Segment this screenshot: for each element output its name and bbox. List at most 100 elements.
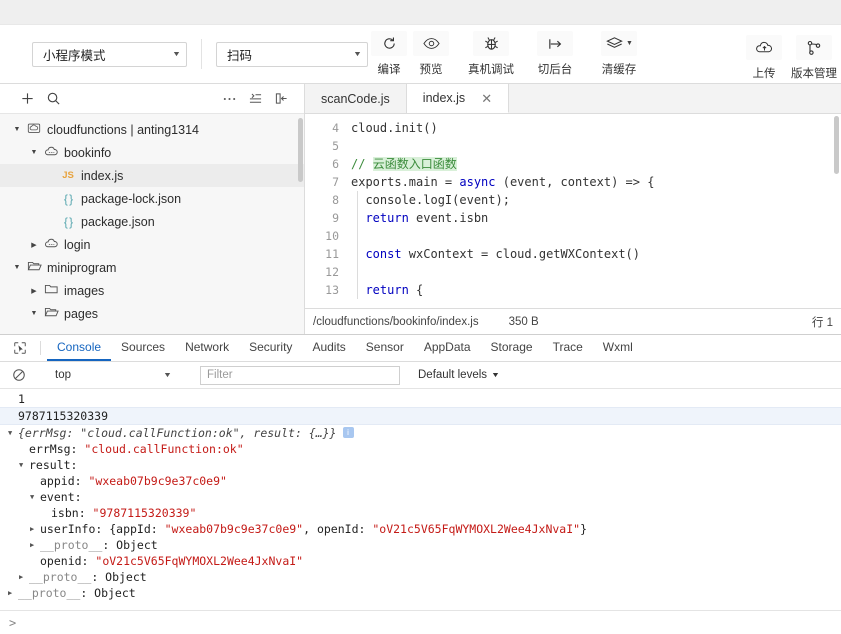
devtools-tab[interactable]: Security xyxy=(239,335,302,361)
chevron-right-icon[interactable]: ▶ xyxy=(30,537,40,553)
mode-select[interactable]: 小程序模式 ▼ xyxy=(32,41,187,67)
code-scrollbar[interactable] xyxy=(834,116,839,174)
devtools-tab[interactable]: Console xyxy=(47,335,112,361)
cloud-function-icon xyxy=(44,145,59,160)
panel-toggle-icon[interactable] xyxy=(268,87,294,111)
switch-background-button[interactable]: 切后台 xyxy=(530,31,580,77)
code-line: 7 exports.main = async (event, context) =… xyxy=(305,173,841,191)
line-number: 13 xyxy=(325,283,339,297)
file-tree-item[interactable]: { } package-lock.json xyxy=(0,187,304,210)
upload-button[interactable]: 上传 xyxy=(739,35,789,81)
chevron-right-icon[interactable]: ▶ xyxy=(8,585,18,601)
file-tree-item-label: cloudfunctions | anting1314 xyxy=(47,122,199,137)
chevron-down-icon[interactable]: ▼ xyxy=(10,126,24,133)
clear-console-icon[interactable] xyxy=(8,368,30,382)
chevron-right-icon[interactable]: ▶ xyxy=(30,521,40,537)
code-line: 5 xyxy=(305,137,841,155)
console-row[interactable]: ▶ userInfo: {appId: "wxeab07b9c9e37c0e9",… xyxy=(0,521,841,537)
bug-icon xyxy=(473,31,509,56)
file-explorer-header xyxy=(0,84,304,114)
file-tree-item[interactable]: { } package.json xyxy=(0,210,304,233)
console-row[interactable]: ▶ __proto__: Object xyxy=(0,569,841,585)
version-control-button[interactable]: 版本管理 xyxy=(789,35,839,81)
console-row[interactable]: openid: "oV21c5V65FqWYMOXL2Wee4JxNvaI" xyxy=(0,553,841,569)
chevron-down-icon[interactable]: ▼ xyxy=(27,310,41,317)
console-row[interactable]: ▼ {errMsg: "cloud.callFunction:ok", resul… xyxy=(0,425,841,441)
console-row[interactable]: 1 xyxy=(0,391,841,407)
close-icon[interactable]: ✕ xyxy=(481,92,492,105)
search-icon[interactable] xyxy=(40,87,66,111)
chevron-right-icon[interactable]: ▶ xyxy=(27,241,41,249)
devtools-tab[interactable]: Sensor xyxy=(356,335,414,361)
file-tree-item[interactable]: JS index.js xyxy=(0,164,304,187)
main-toolbar: 小程序模式 ▼ 扫码 ▼ 编译 预览 真机调试 切后台 ▼ 清缓存 上传 版本管… xyxy=(0,25,841,84)
editor-tab[interactable]: scanCode.js xyxy=(305,84,407,113)
devtools-tab[interactable]: Trace xyxy=(543,335,593,361)
code-view[interactable]: 4 cloud.init() 5 6 // 云函数入口函数 7 exports.main =… xyxy=(305,114,841,308)
console-row[interactable]: errMsg: "cloud.callFunction:ok" xyxy=(0,441,841,457)
file-tree-item[interactable]: ▼ cloudfunctions | anting1314 xyxy=(0,118,304,141)
console-row[interactable]: isbn: "9787115320339" xyxy=(0,505,841,521)
code-line-text: return { xyxy=(351,281,423,299)
file-tree-item[interactable]: ▼ miniprogram xyxy=(0,256,304,279)
file-tree-scrollbar[interactable] xyxy=(298,118,303,182)
chevron-down-icon[interactable]: ▼ xyxy=(10,264,24,271)
chevron-right-icon[interactable]: ▶ xyxy=(27,287,41,295)
file-tree-item[interactable]: ▼ pages xyxy=(0,302,304,325)
code-line: 8 console.logI(event); xyxy=(305,191,841,209)
line-number: 4 xyxy=(332,121,339,135)
real-device-debug-label: 真机调试 xyxy=(468,64,514,76)
more-icon[interactable] xyxy=(216,87,242,111)
devtools-tab[interactable]: Sources xyxy=(111,335,175,361)
branch-icon xyxy=(796,35,832,60)
editor-tab[interactable]: index.js ✕ xyxy=(406,84,510,113)
devtools-tab[interactable]: Network xyxy=(175,335,239,361)
editor-tab-bar: scanCode.js index.js ✕ xyxy=(305,84,841,114)
indent-guide xyxy=(357,245,358,263)
line-number: 7 xyxy=(332,175,339,189)
console-prompt[interactable]: > xyxy=(0,610,841,634)
compile-button[interactable]: 编译 xyxy=(368,31,410,77)
file-tree-item-label: miniprogram xyxy=(47,260,117,275)
file-tree-item[interactable]: ▼ bookinfo xyxy=(0,141,304,164)
toolbar-buttons: 编译 预览 真机调试 切后台 ▼ 清缓存 xyxy=(368,31,644,77)
cursor-position-label: 行 1 xyxy=(811,316,833,329)
cursor-inspect-icon[interactable] xyxy=(6,335,34,361)
console-context-select[interactable]: top ▼ xyxy=(49,366,175,385)
console-row[interactable]: ▼ event: xyxy=(0,489,841,505)
workspace: ▼ cloudfunctions | anting1314 ▼ bookinfo JS i… xyxy=(0,84,841,334)
info-badge-icon[interactable]: i xyxy=(342,427,354,438)
console-row[interactable]: ▶ __proto__: Object xyxy=(0,585,841,601)
console-row[interactable]: ▼ result: xyxy=(0,457,841,473)
cloud-root-icon xyxy=(27,122,41,137)
devtools-tab[interactable]: Storage xyxy=(481,335,543,361)
scan-select[interactable]: 扫码 ▼ xyxy=(216,41,368,67)
console-levels-select[interactable]: Default levels ▼ xyxy=(418,369,500,381)
console-row[interactable]: ▶ __proto__: Object xyxy=(0,537,841,553)
chevron-down-icon[interactable]: ▼ xyxy=(27,149,41,156)
preview-button[interactable]: 预览 xyxy=(410,31,452,77)
code-line: 11 const wxContext = cloud.getWXContext(… xyxy=(305,245,841,263)
console-row[interactable]: 9787115320339 xyxy=(0,407,841,425)
chevron-right-icon[interactable]: ▶ xyxy=(19,569,29,585)
console-filter-input[interactable]: Filter xyxy=(200,365,400,385)
console-row[interactable]: appid: "wxeab07b9c9e37c0e9" xyxy=(0,473,841,489)
devtools-tab[interactable]: AppData xyxy=(414,335,481,361)
real-device-debug-button[interactable]: 真机调试 xyxy=(466,31,516,77)
devtools-tab-label: AppData xyxy=(423,340,471,354)
devtools-tab-label: Sensor xyxy=(365,340,404,354)
chevron-down-icon[interactable]: ▼ xyxy=(30,489,40,505)
chevron-down-icon[interactable]: ▼ xyxy=(8,425,18,441)
console-output[interactable]: 1 9787115320339 ▼ {errMsg: "cloud.callFunct… xyxy=(0,389,841,610)
file-tree-item[interactable]: ▶ login xyxy=(0,233,304,256)
clear-cache-button[interactable]: ▼ 清缓存 xyxy=(594,31,644,77)
plus-icon[interactable] xyxy=(14,87,40,111)
code-lines: 4 cloud.init() 5 6 // 云函数入口函数 7 exports.main =… xyxy=(305,114,841,308)
devtools-tab[interactable]: Audits xyxy=(302,335,355,361)
console-filter-placeholder: Filter xyxy=(207,369,233,381)
devtools-tab[interactable]: Wxml xyxy=(593,335,643,361)
file-tree-item[interactable]: ▶ images xyxy=(0,279,304,302)
chevron-down-icon[interactable]: ▼ xyxy=(19,457,29,473)
file-tree-item-label: login xyxy=(64,237,91,252)
collapse-all-icon[interactable] xyxy=(242,87,268,111)
